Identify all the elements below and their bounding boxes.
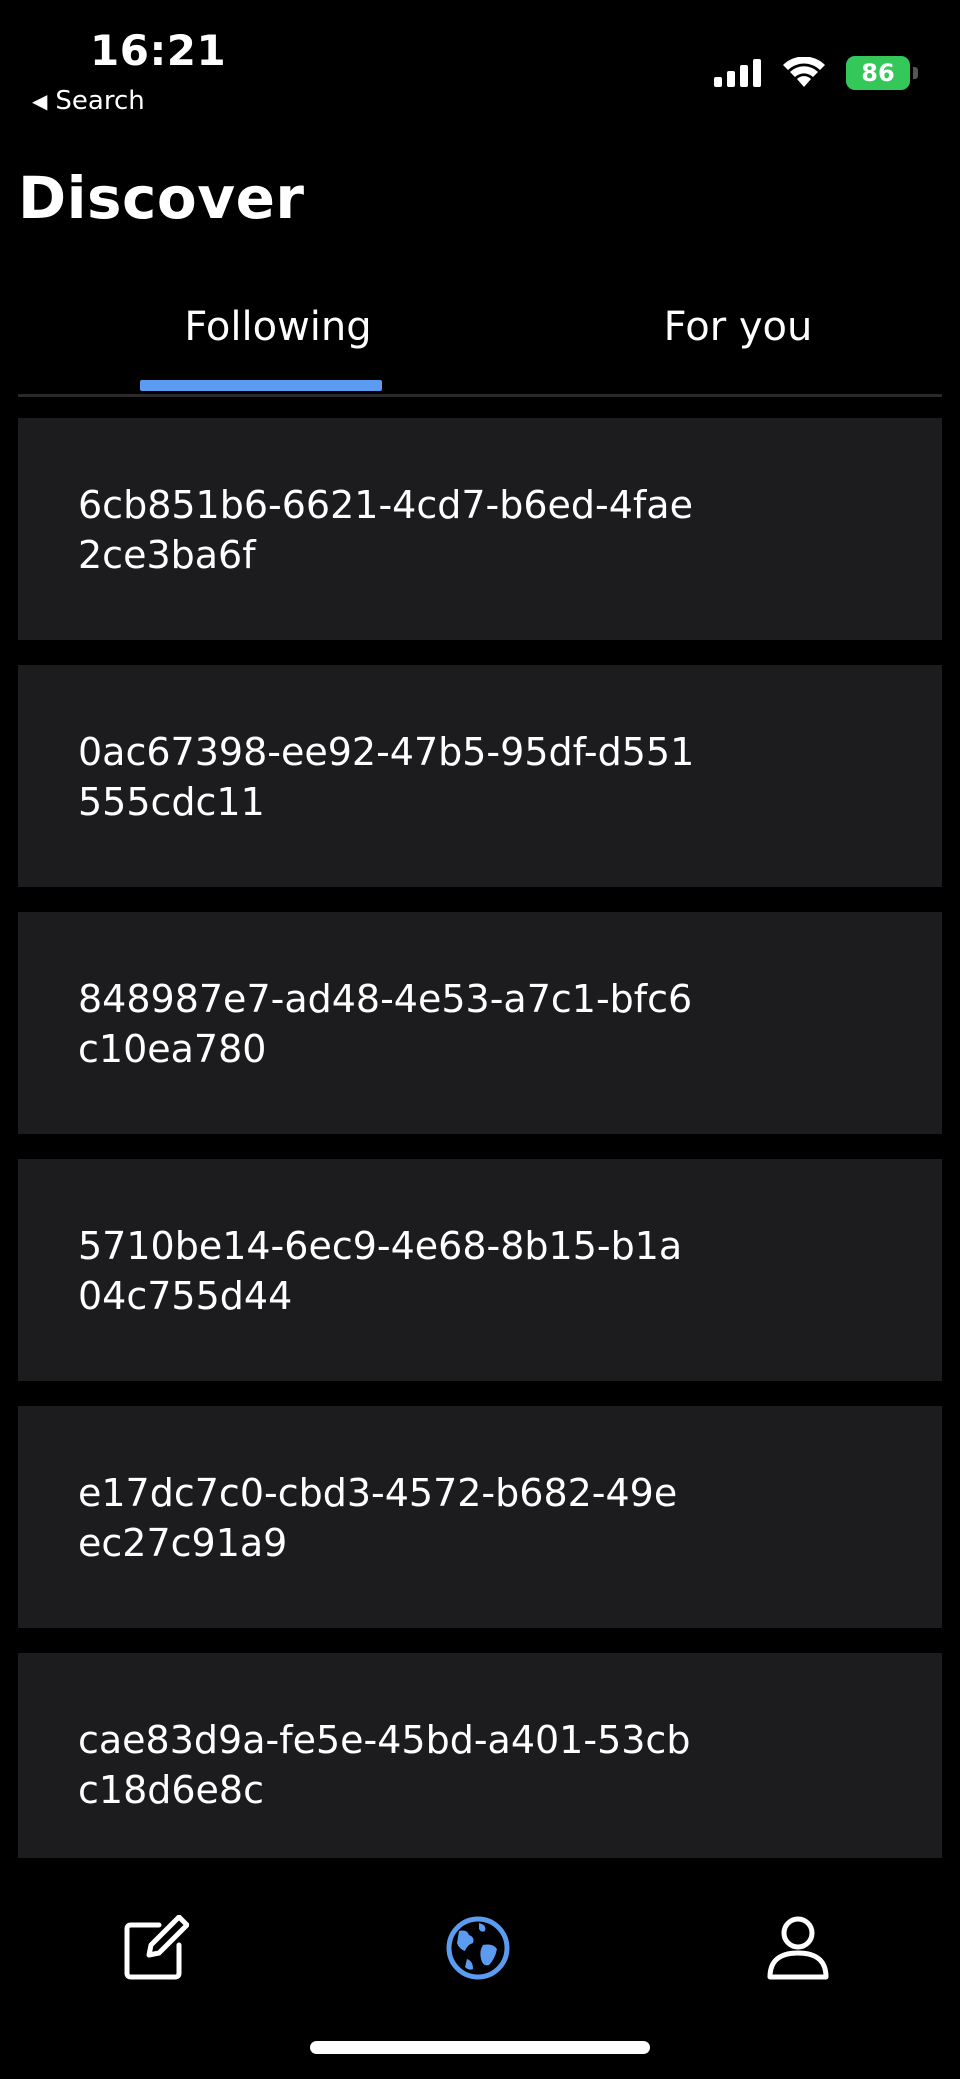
person-icon xyxy=(767,1916,829,1980)
list-item-text: 6cb851b6-6621-4cd7-b6ed-4fae2ce3ba6f xyxy=(78,483,693,577)
list-item-text: 0ac67398-ee92-47b5-95df-d551555cdc11 xyxy=(78,730,695,824)
list-item[interactable]: e17dc7c0-cbd3-4572-b682-49eec27c91a9 xyxy=(18,1406,942,1628)
compose-button[interactable] xyxy=(116,1908,196,1988)
list-item[interactable]: 0ac67398-ee92-47b5-95df-d551555cdc11 xyxy=(18,665,942,887)
tab-bar: Following For you xyxy=(18,290,942,397)
home-indicator[interactable] xyxy=(310,2041,650,2054)
status-time: 16:21 xyxy=(90,26,227,75)
list-item-text: 848987e7-ad48-4e53-a7c1-bfc6c10ea780 xyxy=(78,977,693,1071)
status-indicators: 86 xyxy=(714,56,918,90)
list-item[interactable]: 6cb851b6-6621-4cd7-b6ed-4fae2ce3ba6f xyxy=(18,418,942,640)
active-tab-indicator xyxy=(140,380,382,391)
battery-indicator: 86 xyxy=(846,56,918,90)
back-arrow-icon: ◀ xyxy=(32,89,48,113)
list-item[interactable]: 5710be14-6ec9-4e68-8b15-b1a04c755d44 xyxy=(18,1159,942,1381)
list-item[interactable]: cae83d9a-fe5e-45bd-a401-53cbc18d6e8c xyxy=(18,1653,942,1858)
profile-button[interactable] xyxy=(758,1908,838,1988)
list-item-text: e17dc7c0-cbd3-4572-b682-49eec27c91a9 xyxy=(78,1471,678,1565)
list-item-text: 5710be14-6ec9-4e68-8b15-b1a04c755d44 xyxy=(78,1224,683,1318)
list-item[interactable]: 848987e7-ad48-4e53-a7c1-bfc6c10ea780 xyxy=(18,912,942,1134)
discover-list[interactable]: 6cb851b6-6621-4cd7-b6ed-4fae2ce3ba6f 0ac… xyxy=(18,418,942,1858)
page-title: Discover xyxy=(18,164,305,232)
back-link-label: Search xyxy=(55,86,145,116)
battery-level: 86 xyxy=(861,59,895,87)
discover-button[interactable] xyxy=(438,1908,518,1988)
compose-icon xyxy=(124,1915,189,1980)
tab-for-you[interactable]: For you xyxy=(618,304,858,350)
globe-icon xyxy=(446,1916,510,1980)
signal-icon xyxy=(714,59,761,87)
back-to-search-link[interactable]: ◀ Search xyxy=(32,86,145,116)
list-item-text: cae83d9a-fe5e-45bd-a401-53cbc18d6e8c xyxy=(78,1718,691,1812)
tab-following[interactable]: Following xyxy=(158,304,398,350)
wifi-icon xyxy=(783,57,825,87)
